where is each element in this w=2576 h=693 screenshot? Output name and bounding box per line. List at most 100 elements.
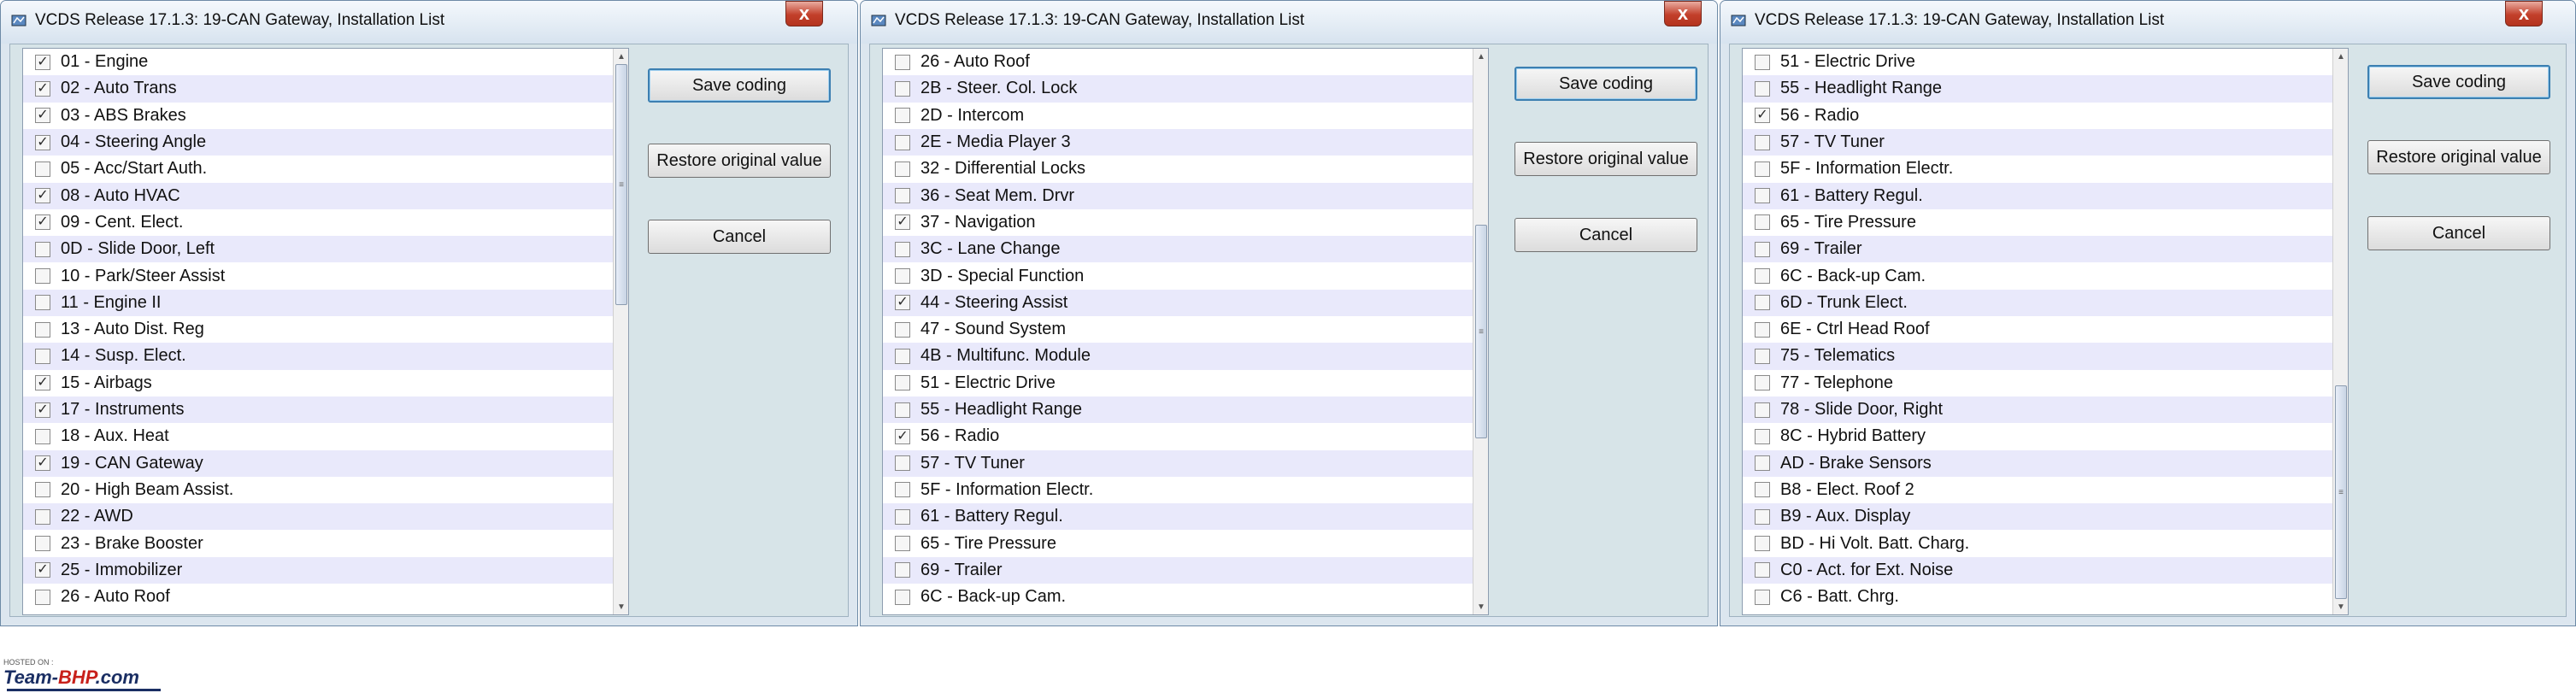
list-item[interactable]: ✓ 19 - CAN Gateway [23,449,613,477]
checkbox[interactable] [1755,54,1770,70]
checkbox[interactable]: ✓ [895,428,910,444]
checkbox[interactable] [35,348,50,364]
list-item[interactable]: 51 - Electric Drive [1743,49,2332,75]
list-item[interactable]: ✓ 01 - Engine [23,49,613,75]
list-item[interactable]: ✓ 56 - Radio [883,423,1473,449]
checkbox[interactable] [1755,134,1770,150]
list-item[interactable]: C0 - Act. for Ext. Noise [1743,556,2332,584]
list-item[interactable]: 78 - Slide Door, Right [1743,396,2332,424]
restore-original-value-button[interactable]: Restore original value [2367,140,2550,174]
checkbox[interactable] [895,508,910,525]
list-item[interactable]: 55 - Headlight Range [1743,75,2332,103]
list-item[interactable]: ✓ 25 - Immobilizer [23,556,613,584]
list-item[interactable]: 47 - Sound System [883,316,1473,343]
list-item[interactable]: 23 - Brake Booster [23,530,613,556]
checkbox[interactable] [35,589,50,605]
checkbox[interactable] [1755,268,1770,285]
list-item[interactable]: 14 - Susp. Elect. [23,343,613,370]
list-item[interactable]: 10 - Park/Steer Assist [23,262,613,289]
checkbox[interactable] [895,589,910,605]
checkbox[interactable] [35,482,50,498]
vertical-scrollbar[interactable]: ▲ ≡ ▼ [613,49,628,614]
checkbox[interactable] [895,161,910,177]
save-coding-button[interactable]: Save coding [648,68,831,103]
checkbox[interactable]: ✓ [35,134,50,150]
list-item[interactable]: ✓ 03 - ABS Brakes [23,103,613,129]
list-item[interactable]: 2E - Media Player 3 [883,128,1473,156]
scroll-up-arrow-icon[interactable]: ▲ [2333,49,2348,64]
list-item[interactable]: 3D - Special Function [883,262,1473,289]
list-item[interactable]: B8 - Elect. Roof 2 [1743,477,2332,503]
list-item[interactable]: 26 - Auto Roof [883,49,1473,75]
cancel-button[interactable]: Cancel [648,220,831,254]
checkbox[interactable]: ✓ [895,295,910,311]
checkbox[interactable] [895,241,910,257]
list-item[interactable]: 75 - Telematics [1743,343,2332,370]
scroll-up-arrow-icon[interactable]: ▲ [1473,49,1488,64]
checkbox[interactable] [35,241,50,257]
scroll-down-arrow-icon[interactable]: ▼ [614,599,628,614]
checkbox[interactable] [895,375,910,391]
checkbox[interactable] [1755,536,1770,552]
checkbox[interactable] [895,562,910,578]
list-item[interactable]: 57 - TV Tuner [883,449,1473,477]
checkbox[interactable] [1755,295,1770,311]
checkbox[interactable] [1755,589,1770,605]
list-item[interactable]: 05 - Acc/Start Auth. [23,156,613,182]
cancel-button[interactable]: Cancel [2367,216,2550,250]
checkbox[interactable] [1755,241,1770,257]
title-bar[interactable]: VCDS Release 17.1.3: 19-CAN Gateway, Ins… [861,1,1717,44]
checkbox[interactable] [1755,428,1770,444]
list-item[interactable]: 5F - Information Electr. [1743,156,2332,182]
checkbox[interactable] [35,295,50,311]
checkbox[interactable] [895,108,910,124]
close-button[interactable]: x [1664,1,1702,26]
checkbox[interactable] [895,188,910,204]
scroll-thumb[interactable]: ≡ [2335,385,2347,599]
checkbox[interactable] [895,134,910,150]
scroll-down-arrow-icon[interactable]: ▼ [1473,599,1488,614]
list-item[interactable]: 0D - Slide Door, Left [23,236,613,263]
list-item[interactable]: 22 - AWD [23,503,613,531]
close-button[interactable]: x [2505,1,2543,26]
checkbox[interactable] [1755,482,1770,498]
checkbox[interactable]: ✓ [35,54,50,70]
checkbox[interactable] [1755,508,1770,525]
list-item[interactable]: 77 - Telephone [1743,370,2332,396]
list-item[interactable]: 11 - Engine II [23,289,613,316]
checkbox[interactable]: ✓ [35,402,50,418]
list-item[interactable]: 6C - Back-up Cam. [1743,262,2332,289]
save-coding-button[interactable]: Save coding [1514,67,1697,101]
list-item[interactable]: 61 - Battery Regul. [883,503,1473,531]
checkbox[interactable]: ✓ [35,80,50,97]
list-item[interactable]: 3C - Lane Change [883,236,1473,263]
installation-list[interactable]: ✓ 01 - Engine ✓ 02 - Auto Trans ✓ 03 - ABS Br… [22,48,629,615]
list-item[interactable]: 55 - Headlight Range [883,396,1473,424]
checkbox[interactable] [35,268,50,285]
list-item[interactable]: 20 - High Beam Assist. [23,477,613,503]
list-item[interactable]: 65 - Tire Pressure [883,530,1473,556]
list-item[interactable]: 18 - Aux. Heat [23,423,613,449]
checkbox[interactable] [895,321,910,338]
checkbox[interactable] [1755,188,1770,204]
title-bar[interactable]: VCDS Release 17.1.3: 19-CAN Gateway, Ins… [1,1,857,44]
list-item[interactable]: BD - Hi Volt. Batt. Charg. [1743,530,2332,556]
checkbox[interactable]: ✓ [35,108,50,124]
list-item[interactable]: 65 - Tire Pressure [1743,209,2332,236]
list-item[interactable]: 69 - Trailer [1743,236,2332,263]
list-item[interactable]: ✓ 44 - Steering Assist [883,289,1473,316]
list-item[interactable]: ✓ 37 - Navigation [883,209,1473,236]
list-item[interactable]: 57 - TV Tuner [1743,128,2332,156]
list-item[interactable]: ✓ 04 - Steering Angle [23,128,613,156]
checkbox[interactable] [1755,455,1770,472]
save-coding-button[interactable]: Save coding [2367,65,2550,99]
list-item[interactable]: AD - Brake Sensors [1743,449,2332,477]
checkbox[interactable] [1755,375,1770,391]
checkbox[interactable]: ✓ [35,214,50,231]
list-item[interactable]: 2B - Steer. Col. Lock [883,75,1473,103]
list-item[interactable]: 32 - Differential Locks [883,156,1473,182]
list-item[interactable]: B9 - Aux. Display [1743,503,2332,531]
list-item[interactable]: C6 - Batt. Chrg. [1743,584,2332,610]
checkbox[interactable] [35,321,50,338]
list-item[interactable]: 69 - Trailer [883,556,1473,584]
